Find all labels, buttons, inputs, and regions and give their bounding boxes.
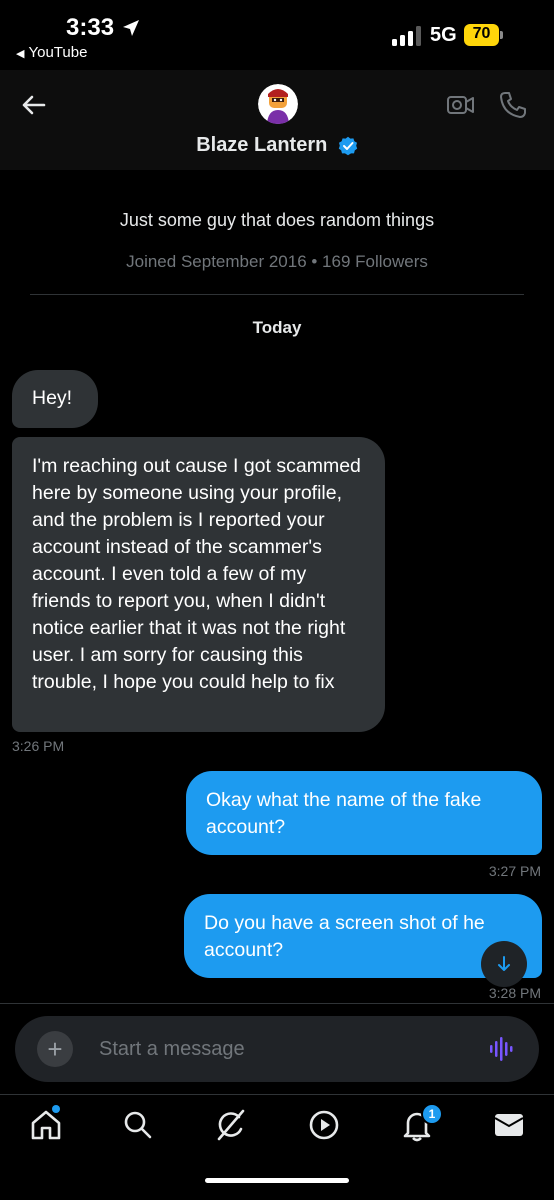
battery-indicator: 70 (464, 24, 504, 46)
location-arrow-icon (123, 20, 139, 36)
mail-icon[interactable] (491, 1107, 527, 1143)
home-unread-dot (52, 1105, 60, 1113)
message-bubble-incoming[interactable]: Hey! (12, 370, 98, 428)
plus-icon: + (47, 1034, 63, 1064)
phone-icon[interactable] (498, 90, 528, 120)
contact-name-row[interactable]: Blaze Lantern (0, 134, 554, 157)
back-triangle-icon: ◀ (16, 48, 25, 60)
add-attachment-button[interactable]: + (37, 1031, 73, 1067)
day-separator: Today (252, 318, 302, 337)
avatar[interactable] (258, 84, 298, 124)
voice-wave-icon[interactable] (487, 1034, 517, 1064)
message-timestamp: 3:28 PM (488, 985, 541, 1001)
network-type: 5G (430, 24, 457, 46)
message-input[interactable] (99, 1034, 459, 1064)
verified-badge-icon (338, 136, 357, 155)
status-bar: 3:33 ◀ YouTube 5G 70 (0, 0, 554, 70)
home-icon[interactable] (28, 1107, 64, 1143)
status-time: 3:33 (66, 14, 115, 41)
bottom-nav: 1 (0, 1095, 554, 1200)
message-bubble-outgoing[interactable]: Okay what the name of the fake account? (186, 771, 542, 855)
message-timestamp: 3:26 PM (12, 738, 65, 754)
grok-icon[interactable] (213, 1107, 249, 1143)
home-indicator (205, 1178, 349, 1183)
message-timestamp: 3:27 PM (488, 863, 541, 879)
message-bubble-incoming[interactable]: I'm reaching out cause I got scammed her… (12, 437, 385, 732)
divider (30, 294, 524, 295)
search-icon[interactable] (120, 1107, 156, 1143)
profile-bio: Just some guy that does random things (119, 210, 435, 230)
message-composer: + (15, 1016, 539, 1082)
avatar-image (258, 84, 298, 124)
notifications-badge: 1 (421, 1103, 443, 1125)
composer-divider (0, 1003, 554, 1004)
back-arrow-icon[interactable] (18, 90, 48, 120)
arrow-down-icon (498, 956, 510, 971)
back-to-app-link[interactable]: ◀ YouTube (16, 44, 87, 61)
scroll-to-bottom-button[interactable] (481, 941, 527, 987)
battery-percent: 70 (472, 25, 491, 42)
cellular-signal-icon (392, 26, 421, 46)
profile-meta: Joined September 2016 • 169 Followers (126, 252, 428, 271)
conversation-header: Blaze Lantern (0, 70, 554, 170)
video-call-icon[interactable] (446, 90, 476, 120)
dm-conversation-screen: 3:33 ◀ YouTube 5G 70 Blaze Lantern Just … (0, 0, 554, 1200)
play-icon[interactable] (306, 1107, 342, 1143)
back-app-label: YouTube (28, 44, 88, 61)
contact-name: Blaze Lantern (196, 134, 328, 156)
